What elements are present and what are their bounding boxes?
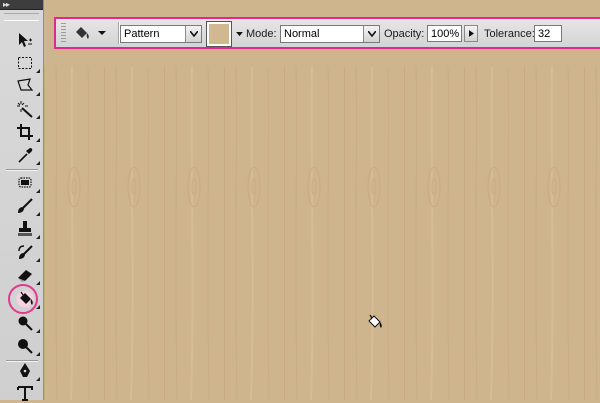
history-brush-icon [18,245,33,259]
mode-dropdown-button[interactable] [363,26,379,42]
flyout-indicator [36,189,40,193]
tolerance-label: Tolerance: [484,28,535,40]
pattern-swatch-preview [209,24,229,44]
opacity-value: 100% [431,28,460,40]
flyout-indicator [36,352,40,356]
magic-wand-icon [17,101,33,118]
brush-icon [18,198,33,213]
eraser-tool[interactable] [13,265,40,285]
flyout-indicator [36,281,40,285]
move-tool[interactable] [13,30,37,50]
chevron-right-icon [468,30,474,37]
mode-select[interactable]: Normal [280,25,380,43]
flyout-indicator [36,138,40,142]
flyout-indicator [36,377,40,381]
options-bar-area: Pattern Mode: Normal Opacity: 100% Toler… [44,0,600,67]
flyout-indicator [36,161,40,165]
crop-icon [17,124,33,140]
options-bar: Pattern Mode: Normal Opacity: 100% Toler… [54,17,600,49]
type-tool[interactable] [13,383,37,403]
opacity-label: Opacity: [384,28,425,40]
pattern-picker-button[interactable] [234,25,244,43]
tools-separator [6,169,38,171]
pen-tool[interactable] [13,361,40,381]
move-icon [19,33,32,47]
tolerance-value: 32 [538,28,551,40]
history-brush-tool[interactable] [13,242,40,262]
paint-bucket-tool[interactable] [8,284,40,314]
brush-tool[interactable] [13,196,40,216]
eraser-icon [18,270,32,282]
healing-brush-tool[interactable] [13,173,40,193]
flyout-indicator [36,212,40,216]
pattern-swatch[interactable] [206,21,232,47]
flyout-indicator [36,92,40,96]
document-canvas[interactable] [44,67,600,400]
tool-preset-picker[interactable] [72,22,112,44]
flyout-indicator [36,329,40,333]
pen-icon [20,363,30,377]
flyout-indicator [36,258,40,262]
fill-source-value: Pattern [124,28,160,40]
clone-stamp-tool[interactable] [13,219,40,239]
polygonal-lasso-icon [17,78,34,91]
burn-icon [18,339,33,354]
healing-brush-icon [18,177,32,188]
marquee-tool[interactable] [13,53,40,73]
flyout-indicator [36,305,40,309]
fill-source-select[interactable]: Pattern [120,25,202,43]
dodge-icon [18,316,33,331]
crop-tool[interactable] [13,122,40,142]
lasso-tool[interactable] [13,76,40,96]
flyout-indicator [36,235,40,239]
options-bar-grip[interactable] [61,23,66,43]
dodge-tool[interactable] [13,313,40,333]
tolerance-input[interactable]: 32 [534,25,562,42]
tools-panel-header[interactable]: ▸▸ [0,0,43,10]
tools-panel: ▸▸ [0,0,44,403]
chevron-down-icon [98,31,106,35]
paint-bucket-icon [20,291,33,305]
mode-label: Mode: [246,28,277,40]
chevron-down-icon [235,31,243,36]
burn-tool[interactable] [13,336,40,356]
chevron-down-icon [367,31,376,37]
flyout-indicator [36,115,40,119]
eyedropper-tool[interactable] [13,145,40,165]
chevron-down-icon [189,31,198,37]
paint-bucket-icon [76,27,89,39]
tools-panel-grip[interactable] [4,13,39,21]
clone-stamp-icon [18,221,32,236]
flyout-indicator [36,69,40,73]
type-icon [17,386,33,401]
magic-wand-tool[interactable] [13,99,40,119]
eyedropper-icon [18,148,33,163]
wood-pattern-fill [44,67,600,400]
paint-bucket-cursor-icon [368,314,382,328]
opacity-slider-button[interactable] [464,25,478,42]
fill-source-dropdown-button[interactable] [185,26,201,42]
mode-value: Normal [284,28,320,40]
rect-marquee-icon [18,57,32,69]
opacity-input[interactable]: 100% [427,25,462,42]
